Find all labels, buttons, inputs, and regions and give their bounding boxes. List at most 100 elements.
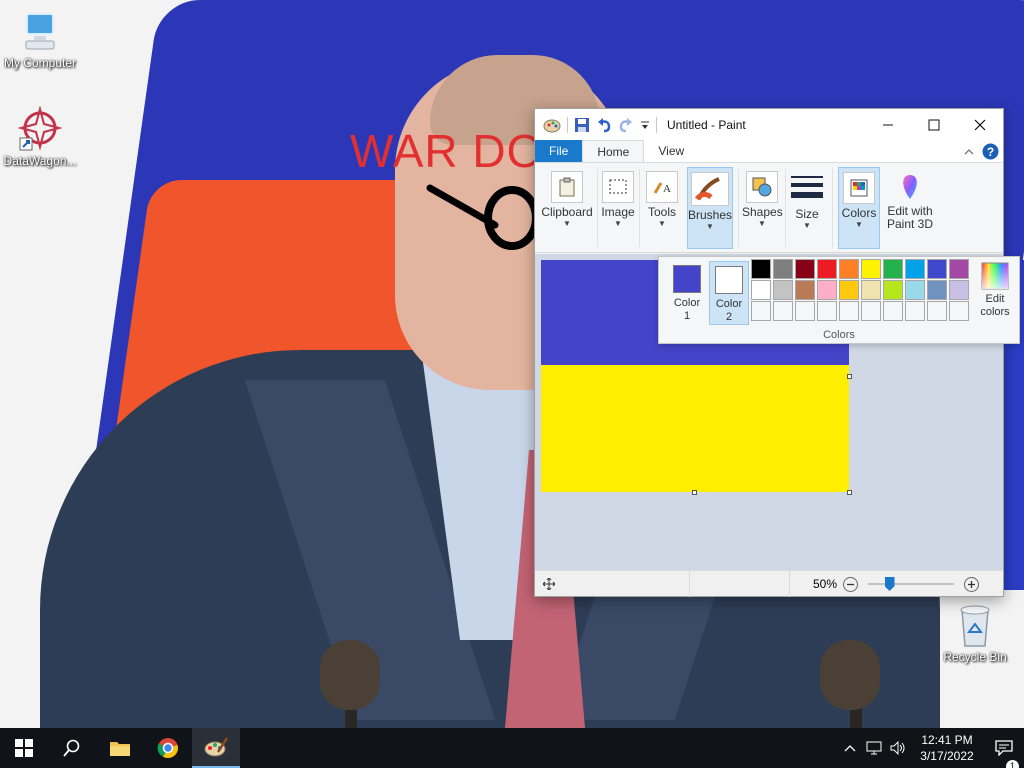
minimize-icon xyxy=(883,124,893,126)
edit-with-paint3d-button[interactable]: Edit with Paint 3D xyxy=(885,167,935,249)
datawagon-shortcut-icon xyxy=(18,106,62,151)
palette-swatch[interactable] xyxy=(905,301,925,321)
colors-button[interactable]: Colors ▼ xyxy=(838,167,880,249)
tools-icon: A xyxy=(653,182,671,195)
size-icon xyxy=(791,176,823,198)
collapse-ribbon-icon[interactable] xyxy=(963,146,975,158)
brushes-button[interactable]: Brushes ▼ xyxy=(687,167,733,249)
palette-swatch[interactable] xyxy=(751,301,771,321)
clock-date: 3/17/2022 xyxy=(920,749,974,763)
palette-swatch[interactable] xyxy=(817,259,837,279)
color2-button[interactable]: Color 2 xyxy=(709,261,749,325)
maximize-icon xyxy=(928,119,940,131)
paint-app-icon[interactable] xyxy=(543,116,561,134)
clipboard-icon xyxy=(559,177,575,197)
tools-button[interactable]: A Tools ▼ xyxy=(642,167,682,249)
palette-swatch[interactable] xyxy=(795,301,815,321)
resize-handle-right[interactable] xyxy=(847,374,852,379)
computer-icon xyxy=(25,13,55,50)
palette-swatch[interactable] xyxy=(773,259,793,279)
palette-swatch[interactable] xyxy=(905,280,925,300)
palette-swatch[interactable] xyxy=(883,259,903,279)
paint-taskbar-button[interactable] xyxy=(192,728,240,768)
network-button[interactable] xyxy=(862,741,886,755)
zoom-in-button[interactable] xyxy=(964,577,979,592)
zoom-out-button[interactable] xyxy=(843,577,858,592)
title-bar[interactable]: Untitled - Paint xyxy=(535,109,1003,141)
palette-swatch[interactable] xyxy=(861,301,881,321)
zoom-slider-thumb[interactable] xyxy=(884,577,895,591)
group-label: Shapes xyxy=(742,205,783,219)
volume-button[interactable] xyxy=(886,741,910,755)
color1-button[interactable]: Color 1 xyxy=(667,261,707,325)
zoom-slider-track[interactable] xyxy=(868,583,954,585)
show-hidden-icons-button[interactable] xyxy=(838,743,862,753)
speaker-icon xyxy=(890,741,905,755)
palette-swatch[interactable] xyxy=(839,259,859,279)
desktop-icon-recycle-bin[interactable]: Recycle Bin xyxy=(935,602,1015,664)
minus-icon xyxy=(847,583,854,586)
palette-swatch[interactable] xyxy=(817,280,837,300)
palette-swatch[interactable] xyxy=(773,301,793,321)
palette-swatch[interactable] xyxy=(861,280,881,300)
palette-swatch[interactable] xyxy=(751,280,771,300)
save-icon[interactable] xyxy=(574,117,590,133)
search-button[interactable] xyxy=(48,728,96,768)
palette-swatch[interactable] xyxy=(883,280,903,300)
folder-icon xyxy=(110,742,130,756)
size-button[interactable]: Size ▼ xyxy=(788,167,826,249)
clipboard-button[interactable]: Clipboard ▼ xyxy=(539,167,595,249)
start-button[interactable] xyxy=(0,728,48,768)
edit-colors-button[interactable]: Edit colors xyxy=(975,261,1015,319)
palette-swatch[interactable] xyxy=(839,280,859,300)
color1-swatch xyxy=(673,265,701,293)
status-bar: 50% xyxy=(535,570,1003,597)
tab-view[interactable]: View xyxy=(644,140,698,162)
palette-swatch[interactable] xyxy=(927,259,947,279)
palette-swatch[interactable] xyxy=(773,280,793,300)
action-center-button[interactable]: 1 xyxy=(984,740,1024,768)
shapes-button[interactable]: Shapes ▼ xyxy=(742,167,783,249)
palette-swatch[interactable] xyxy=(927,301,947,321)
tab-file[interactable]: File xyxy=(535,140,583,162)
group-label: Clipboard xyxy=(541,205,593,219)
file-explorer-button[interactable] xyxy=(96,728,144,768)
undo-icon[interactable] xyxy=(596,117,612,133)
edit-3d-label-line2: Paint 3D xyxy=(886,217,934,231)
palette-swatch[interactable] xyxy=(949,280,969,300)
palette-swatch[interactable] xyxy=(817,301,837,321)
desktop-icon-datawagon[interactable]: DataWagon... xyxy=(0,106,80,168)
resize-handle-bottom[interactable] xyxy=(692,490,697,495)
clock[interactable]: 12:41 PM 3/17/2022 xyxy=(910,732,984,764)
tab-home[interactable]: Home xyxy=(582,140,645,162)
group-label: Brushes xyxy=(688,208,733,222)
taskbar: 12:41 PM 3/17/2022 1 xyxy=(0,728,1024,768)
palette-swatch[interactable] xyxy=(905,259,925,279)
glasses-doodle xyxy=(426,184,540,250)
customize-qat-icon[interactable] xyxy=(640,117,650,133)
palette-swatch[interactable] xyxy=(949,301,969,321)
palette-swatch[interactable] xyxy=(861,259,881,279)
maximize-button[interactable] xyxy=(911,109,957,141)
palette-swatch[interactable] xyxy=(949,259,969,279)
redo-icon[interactable] xyxy=(618,117,634,133)
help-icon[interactable]: ? xyxy=(982,143,999,160)
image-button[interactable]: Image ▼ xyxy=(599,167,637,249)
palette-swatch[interactable] xyxy=(927,280,947,300)
palette-swatch[interactable] xyxy=(795,280,815,300)
chrome-icon xyxy=(157,738,178,759)
close-button[interactable] xyxy=(957,109,1003,141)
svg-text:A: A xyxy=(663,183,671,195)
color1-label-line2: 1 xyxy=(683,310,691,322)
palette-swatch[interactable] xyxy=(751,259,771,279)
move-cursor-icon xyxy=(543,577,555,590)
resize-handle-corner[interactable] xyxy=(847,490,852,495)
minimize-button[interactable] xyxy=(865,109,911,141)
desktop-icon-my-computer[interactable]: My Computer xyxy=(0,10,80,70)
colors-icon xyxy=(850,179,868,197)
palette-swatch[interactable] xyxy=(883,301,903,321)
chrome-button[interactable] xyxy=(144,728,192,768)
palette-swatch[interactable] xyxy=(795,259,815,279)
palette-swatch[interactable] xyxy=(839,301,859,321)
color2-label-line1: Color xyxy=(715,298,743,310)
